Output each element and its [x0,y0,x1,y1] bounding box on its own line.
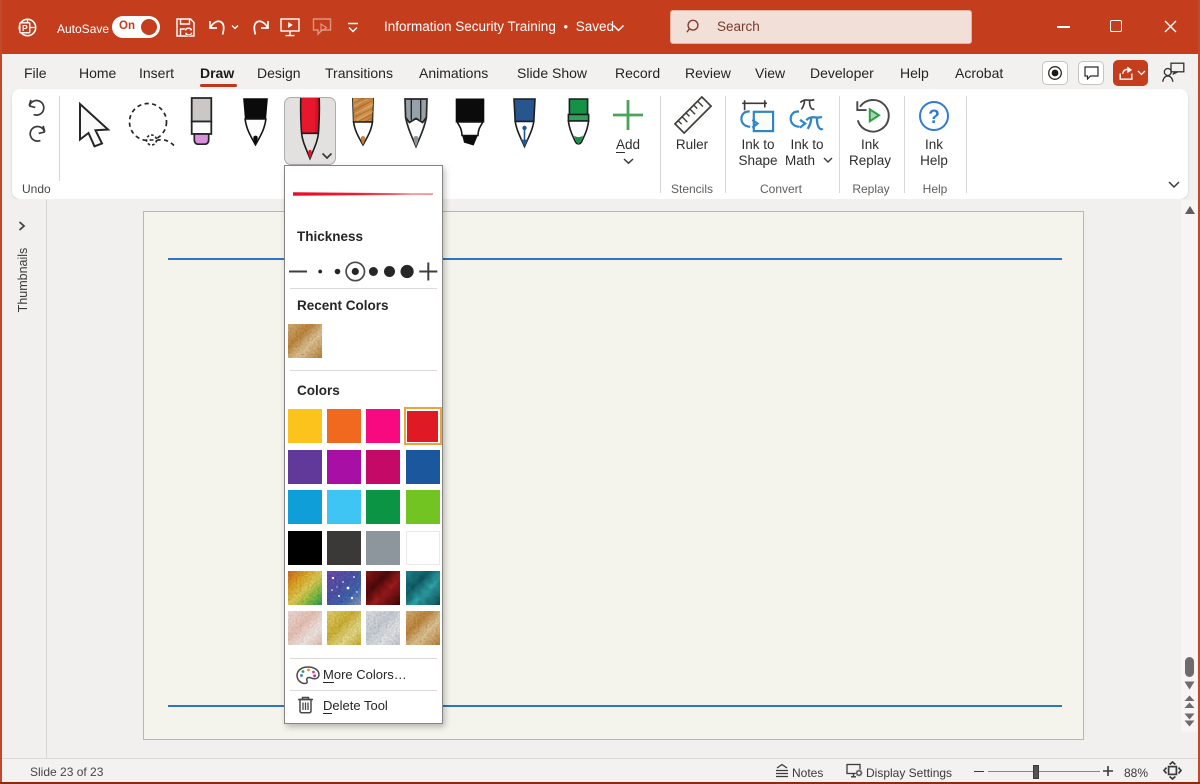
svg-text:?: ? [928,107,940,128]
svg-text:P: P [22,23,28,33]
